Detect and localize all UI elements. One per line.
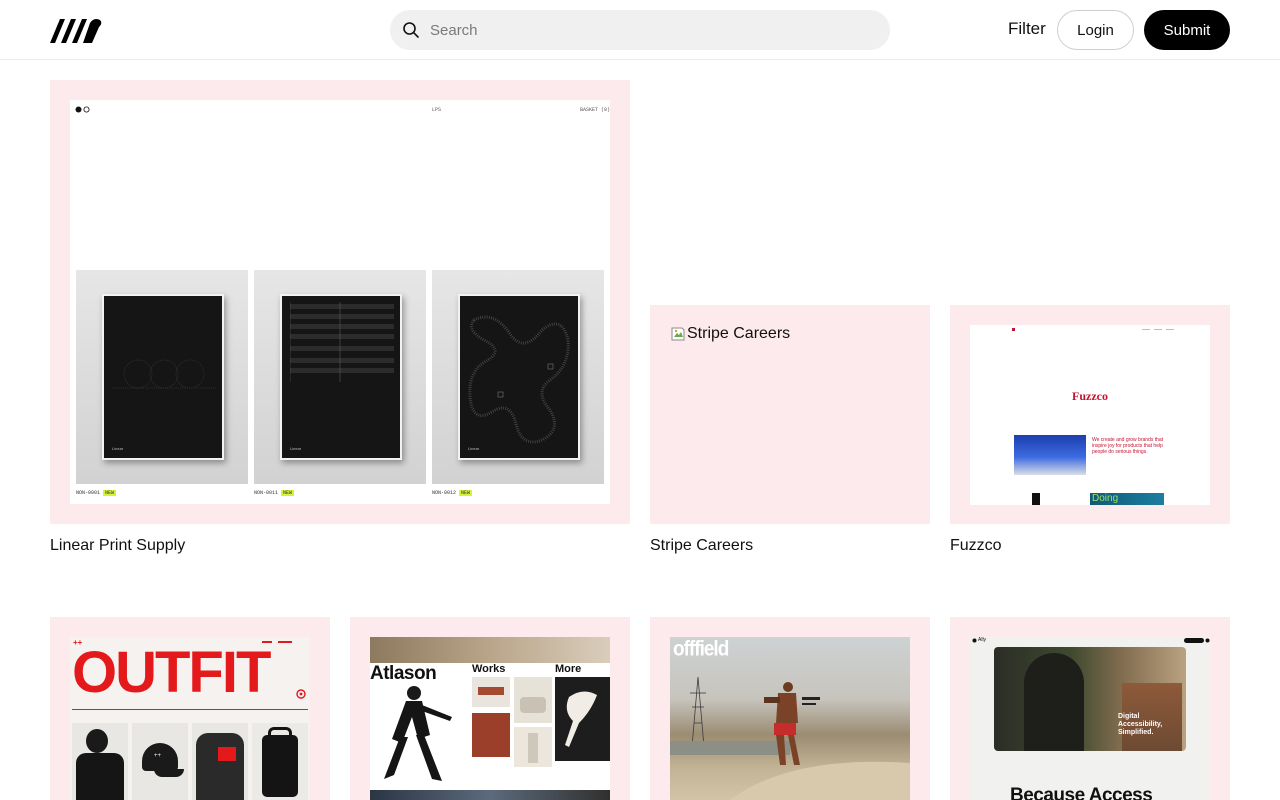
thumbnail-nav: LPS BASKET (0) [70, 100, 610, 120]
thumbnail-tile [472, 713, 510, 757]
card-ally[interactable]: Ally Digital Accessibility, Simplified. … [950, 617, 1230, 800]
card-title[interactable]: Fuzzco [950, 537, 1002, 555]
card-stripe-careers[interactable]: Stripe Careers [650, 305, 930, 524]
poster-frame: Linear [102, 294, 224, 460]
chair-icon [565, 691, 597, 747]
poster-artwork [112, 359, 216, 389]
submit-button[interactable]: Submit [1144, 10, 1230, 50]
thumbnail-strip: Doing [1090, 493, 1164, 505]
broken-image-icon [671, 327, 685, 341]
card-thumbnail: Ally Digital Accessibility, Simplified. … [970, 637, 1210, 800]
card-title[interactable]: Stripe Careers [650, 537, 753, 555]
card-thumbnail: offfield [670, 637, 910, 800]
product-tile [252, 723, 308, 800]
thumbnail-strip [1032, 493, 1040, 505]
thumbnail-tagline: We create and grow brands that inspire j… [1092, 437, 1164, 455]
thumbnail-hero-image: Digital Accessibility, Simplified. [994, 647, 1186, 751]
thumbnail-wordmark: Atlason [370, 663, 437, 684]
poster-code: NON-0012 NEW [432, 490, 473, 496]
thumbnail-nav: Ally [970, 637, 1210, 645]
thumbnail-hero-text: Digital Accessibility, Simplified. [1118, 713, 1163, 736]
poster-frame: Linear [458, 294, 580, 460]
thumbnail-image [1014, 435, 1086, 475]
card-atlason[interactable]: Atlason Works More [350, 617, 630, 800]
poster-frame: Linear [280, 294, 402, 460]
card-fuzzco[interactable]: Fuzzco We create and grow brands that in… [950, 305, 1230, 524]
poster-artwork [290, 302, 394, 382]
site-header: Filter Login Submit [0, 0, 1280, 60]
card-linear-print-supply[interactable]: LPS BASKET (0) Linear Linear Linear NON-… [50, 80, 630, 524]
filter-button[interactable]: Filter [1008, 19, 1046, 39]
search-bar[interactable] [390, 10, 890, 50]
thumbnail-scene [670, 676, 910, 800]
poster-brand: Linear [468, 446, 480, 451]
card-outfit[interactable]: ++ OUTFIT ++ [50, 617, 330, 800]
poster-code: NON-0001 NEW [76, 490, 117, 496]
card-thumbnail: Fuzzco We create and grow brands that in… [970, 325, 1210, 505]
thumbnail-tile [514, 677, 552, 723]
thumbnail-nav-basket: BASKET (0) [580, 107, 610, 113]
registered-icon [296, 689, 306, 699]
poster-code: NON-0011 NEW [254, 490, 295, 496]
thumbnail-column-more: More [555, 663, 582, 675]
card-thumbnail: Atlason Works More [370, 637, 610, 800]
broken-image: Stripe Careers [670, 325, 790, 343]
broken-image-alt: Stripe Careers [687, 325, 791, 342]
poster-photo: Linear [76, 270, 248, 484]
poster-photo: Linear [254, 270, 426, 484]
thumbnail-nav-center: LPS [432, 107, 442, 113]
ally-logo-icon [972, 638, 977, 643]
poster-brand: Linear [112, 446, 124, 451]
thumbnail-column-works: Works [472, 663, 506, 675]
login-button[interactable]: Login [1057, 10, 1134, 50]
thumbnail-nav-icon [1012, 328, 1174, 331]
menu-icon [1205, 638, 1210, 643]
thumbnail-tile [514, 727, 552, 767]
poster-brand: Linear [290, 446, 302, 451]
card-thumbnail: LPS BASKET (0) Linear Linear Linear NON-… [70, 100, 610, 504]
thumbnail-brand: Ally [978, 637, 987, 643]
thumbnail-strip-text: Doing [1092, 493, 1119, 504]
card-title[interactable]: Linear Print Supply [50, 537, 185, 555]
product-tile [192, 723, 248, 800]
product-tile [72, 723, 128, 800]
thumbnail-divider [72, 709, 308, 710]
thumbnail-tile [472, 677, 510, 707]
thumbnail-photo-top [370, 637, 610, 663]
card-offfield[interactable]: offfield [650, 617, 930, 800]
search-icon [403, 22, 419, 38]
thumbnail-figure [384, 686, 452, 781]
thumbnail-headline: Because Access [1010, 785, 1153, 800]
thumbnail-logo: Fuzzco [1072, 389, 1108, 403]
site-logo-icon[interactable] [50, 17, 102, 43]
search-input[interactable] [430, 21, 870, 39]
thumbnail-tile [555, 677, 610, 761]
poster-artwork [468, 315, 570, 444]
product-tile: ++ [132, 723, 188, 800]
thumbnail-wordmark: OUTFIT [72, 640, 271, 705]
brand-mark-icon [75, 106, 90, 113]
thumbnail-photo-bottom [370, 790, 610, 800]
card-thumbnail: ++ OUTFIT ++ [70, 637, 310, 800]
poster-photo: Linear [432, 270, 604, 484]
